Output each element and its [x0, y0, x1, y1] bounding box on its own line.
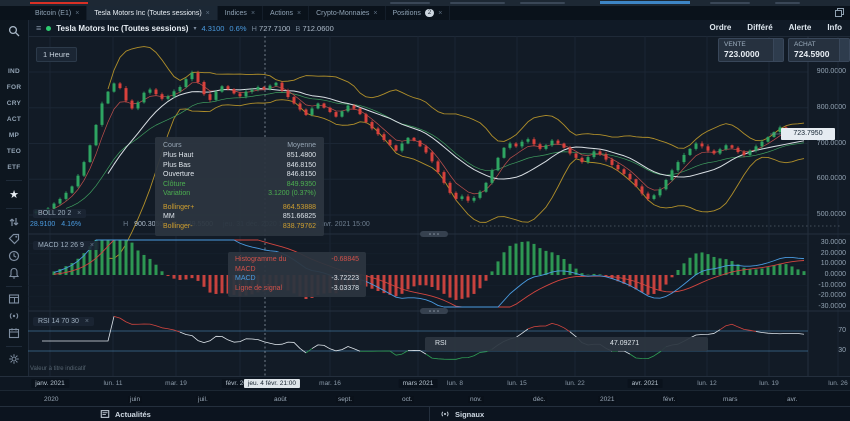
tooltip-row: Variation3.1200 (0.37%)	[163, 189, 316, 199]
tooltip-col-right: Moyenne	[287, 141, 316, 151]
tooltip-col-left: Cours	[163, 141, 182, 151]
time-axis-tick: lun. 26	[828, 380, 848, 387]
signals-icon	[440, 409, 450, 419]
chart-canvas[interactable]	[0, 0, 850, 421]
time-axis-tick: lun. 8	[447, 380, 463, 387]
tooltip-row: Bollinger-838.79762	[163, 222, 316, 232]
time-axis-tick: mar. 16	[319, 380, 341, 387]
period-change: 28.9100	[30, 221, 55, 228]
crosshair-time-label: jeu. 4 févr. 21:00	[244, 379, 300, 388]
disclaimer-text: Valeur à titre indicatif	[30, 366, 86, 372]
close-icon[interactable]: ×	[85, 318, 89, 325]
signals-tab-label: Signaux	[455, 410, 484, 419]
rsi-tooltip: RSI 47.09271	[425, 337, 708, 351]
bollinger-chip[interactable]: BOLL 20 2 ×	[33, 209, 86, 218]
macd-chip[interactable]: MACD 12 26 9 ×	[33, 241, 99, 250]
rsi-tooltip-value: 47.09271	[610, 340, 639, 347]
time-axis-tick: lun. 11	[103, 380, 122, 387]
time-axis-tick: lun. 15	[507, 380, 527, 387]
last-price-tag: 723.7950	[781, 128, 835, 140]
time-axis-tick: avr. 2021	[628, 379, 663, 388]
trading-platform: Bitcoin (E1) × Tesla Motors Inc (Toutes …	[0, 0, 850, 421]
news-tab-label: Actualités	[115, 410, 151, 419]
tooltip-row: Clôture849.9350	[163, 180, 316, 190]
time-axis-tick: lun. 12	[697, 380, 717, 387]
price-tooltip: Cours Moyenne Plus Haut851.4800Plus Bas8…	[155, 137, 324, 236]
navigator-label: 2020	[42, 396, 60, 403]
navigator-label: 2021	[598, 396, 616, 403]
close-icon[interactable]: ×	[77, 210, 81, 217]
navigator-label: oct.	[400, 396, 414, 403]
macd-tooltip: Histogramme du MACD-0.68845MACD-3.72223L…	[228, 252, 366, 297]
time-axis-tick: lun. 22	[565, 380, 585, 387]
period-change-pct: 4.16%	[61, 221, 81, 228]
time-axis[interactable]: janv. 2021lun. 11mar. 19févr. 2021mar. 1…	[0, 376, 850, 391]
time-axis-tick: mar. 19	[165, 380, 187, 387]
navigator-label: févr.	[661, 396, 677, 403]
buy-price: 724.5900	[794, 49, 844, 59]
time-axis-tick: mars 2021	[399, 379, 438, 388]
rsi-tooltip-label: RSI	[435, 340, 447, 347]
close-icon[interactable]: ×	[90, 242, 94, 249]
signals-tab[interactable]: Signaux	[440, 409, 484, 419]
navigator-label: avr.	[785, 396, 799, 403]
bollinger-chip-label: BOLL 20 2	[38, 210, 71, 217]
news-icon	[100, 409, 110, 419]
tooltip-row: MACD-3.72223	[235, 274, 359, 284]
timeframe-badge[interactable]: 1 Heure	[36, 47, 77, 62]
buy-label: ACHAT	[794, 41, 844, 48]
sell-price: 723.0000	[724, 49, 778, 59]
macd-chip-label: MACD 12 26 9	[38, 242, 84, 249]
sell-quote-button[interactable]: VENTE 723.0000	[718, 38, 784, 62]
tooltip-row: Bollinger+864.53888	[163, 203, 316, 213]
period-high-label: H	[123, 221, 128, 228]
tooltip-row: MM851.66825	[163, 212, 316, 222]
navigator-label: août	[272, 396, 289, 403]
divider	[429, 407, 430, 421]
time-axis-tick: lun. 19	[759, 380, 779, 387]
rsi-chip[interactable]: RSI 14 70 30 ×	[33, 317, 94, 326]
navigator-label: mars	[721, 396, 739, 403]
rsi-chip-label: RSI 14 70 30	[38, 318, 79, 325]
navigator-label: sept.	[336, 396, 354, 403]
buy-quote-button[interactable]: ACHAT 724.5900	[788, 38, 850, 62]
tooltip-row: Ouverture846.8150	[163, 170, 316, 180]
tooltip-row: Ligne de signal-3.03378	[235, 284, 359, 294]
news-tab[interactable]: Actualités	[100, 409, 151, 419]
navigator-label: juin	[128, 396, 142, 403]
tooltip-row: Plus Haut851.4800	[163, 151, 316, 161]
time-axis-tick: janv. 2021	[31, 379, 69, 388]
navigator-label: juil.	[196, 396, 210, 403]
navigator-label: nov.	[468, 396, 484, 403]
tooltip-row: Histogramme du MACD-0.68845	[235, 255, 359, 274]
navigator-label: déc.	[531, 396, 547, 403]
tooltip-row: Plus Bas846.8150	[163, 161, 316, 171]
sell-label: VENTE	[724, 41, 778, 48]
bottom-bar: Actualités Signaux	[0, 406, 850, 421]
